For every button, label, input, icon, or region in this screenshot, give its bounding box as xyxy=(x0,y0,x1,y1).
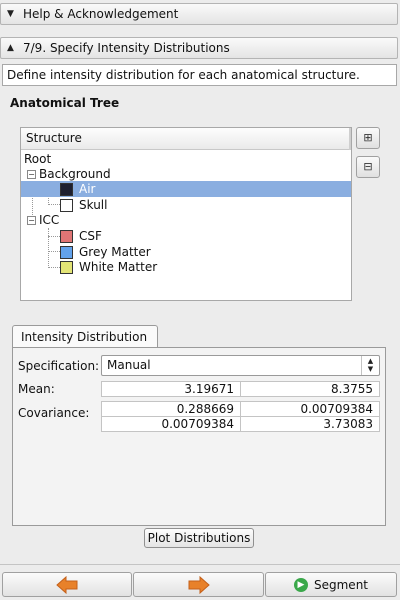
tree-item-skull[interactable]: Skull xyxy=(60,197,107,213)
tree-item-label: White Matter xyxy=(79,260,158,274)
help-section-header[interactable]: ▼ Help & Acknowledgement xyxy=(0,3,398,25)
color-swatch[interactable] xyxy=(60,198,73,212)
tree-item-background[interactable]: − Background xyxy=(27,166,111,182)
add-structure-button[interactable]: ⊞ xyxy=(356,127,380,149)
tree-header-divider xyxy=(349,128,351,150)
plot-distributions-button[interactable]: Plot Distributions xyxy=(144,528,254,548)
tree-connector xyxy=(48,267,60,268)
anatomical-tree-heading: Anatomical Tree xyxy=(10,96,120,110)
go-icon: ▶ xyxy=(294,577,308,592)
tree-item-label: CSF xyxy=(79,229,102,243)
tree-item-label: ICC xyxy=(39,213,60,227)
collapse-minus-icon[interactable]: − xyxy=(27,215,36,225)
tree-item-root[interactable]: Root xyxy=(24,151,51,167)
color-swatch[interactable] xyxy=(60,182,73,196)
covariance-field[interactable]: 0.00709384 xyxy=(240,401,380,417)
specification-label: Specification: xyxy=(18,359,100,373)
tree-column-header[interactable]: Structure xyxy=(21,128,351,150)
tree-item-grey-matter[interactable]: Grey Matter xyxy=(60,244,151,260)
back-button[interactable] xyxy=(2,572,132,597)
step-section-header[interactable]: ▲ 7/9. Specify Intensity Distributions xyxy=(0,37,398,59)
bottom-divider xyxy=(0,564,400,565)
specification-value: Manual xyxy=(107,358,151,372)
structure-column-label: Structure xyxy=(26,131,82,145)
tree-item-white-matter[interactable]: White Matter xyxy=(60,259,157,275)
tree-item-label: Air xyxy=(79,182,96,196)
arrow-left-icon xyxy=(56,575,78,594)
tree-connector xyxy=(48,251,60,252)
color-swatch[interactable] xyxy=(60,245,73,259)
help-section-title: Help & Acknowledgement xyxy=(23,7,179,21)
step-description: Define intensity distribution for each a… xyxy=(2,64,397,86)
mean-field[interactable]: 3.19671 xyxy=(101,381,241,397)
tree-connector xyxy=(48,204,60,205)
tree-item-label: Skull xyxy=(79,198,108,212)
segment-button-label: Segment xyxy=(314,577,368,592)
step-section-title: 7/9. Specify Intensity Distributions xyxy=(23,41,230,55)
mean-field[interactable]: 8.3755 xyxy=(240,381,380,397)
covariance-field[interactable]: 3.73083 xyxy=(240,416,380,432)
tree-item-label: Root xyxy=(24,152,52,166)
covariance-field[interactable]: 0.00709384 xyxy=(101,416,241,432)
tree-item-label: Background xyxy=(39,167,111,181)
chevron-updown-icon: ▲ ▼ xyxy=(361,356,379,375)
tree-item-icc[interactable]: − ICC xyxy=(27,212,59,228)
expand-tree-button[interactable]: ⊟ xyxy=(356,156,380,178)
covariance-field[interactable]: 0.288669 xyxy=(101,401,241,417)
segment-button[interactable]: ▶ Segment xyxy=(265,572,397,597)
tree-item-label: Grey Matter xyxy=(79,245,151,259)
color-swatch[interactable] xyxy=(60,260,73,274)
specification-select[interactable]: Manual ▲ ▼ xyxy=(101,355,380,376)
tab-intensity-distribution[interactable]: Intensity Distribution xyxy=(12,325,158,348)
collapse-minus-icon[interactable]: − xyxy=(27,169,36,179)
tree-item-air[interactable]: Air xyxy=(21,181,351,197)
covariance-label: Covariance: xyxy=(18,406,90,420)
arrow-right-icon xyxy=(188,575,210,594)
tree-item-csf[interactable]: CSF xyxy=(60,228,102,244)
tree-expand-icon: ⊟ xyxy=(363,160,373,173)
mean-label: Mean: xyxy=(18,382,55,396)
collapse-down-icon: ▼ xyxy=(7,9,14,19)
color-swatch[interactable] xyxy=(60,229,73,243)
anatomical-tree-view[interactable]: Structure Root − Background Air Skull − … xyxy=(20,127,352,301)
collapse-up-icon: ▲ xyxy=(7,43,14,53)
tree-connector xyxy=(48,236,60,237)
tree-add-icon: ⊞ xyxy=(363,131,373,144)
tree-connector xyxy=(48,228,49,268)
next-button[interactable] xyxy=(133,572,264,597)
